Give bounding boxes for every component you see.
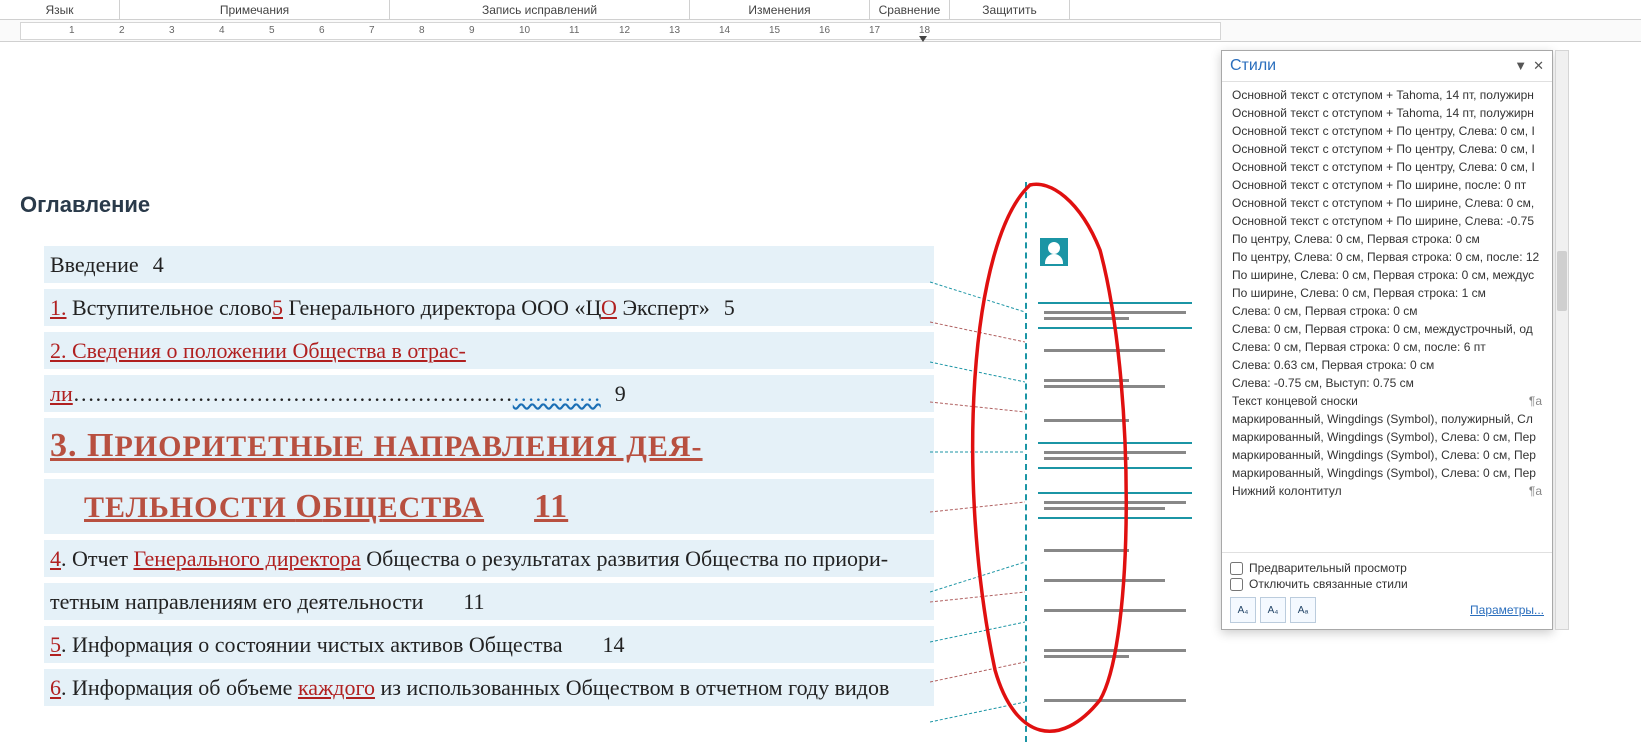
revision-balloon[interactable] — [1038, 412, 1192, 429]
style-item[interactable]: По ширине, Слева: 0 см, Первая строка: 0… — [1222, 266, 1552, 284]
revision-balloon[interactable] — [1038, 442, 1192, 469]
style-item[interactable]: Основной текст с отступом + По ширине, С… — [1222, 212, 1552, 230]
revision-balloon[interactable] — [1038, 542, 1192, 559]
style-item[interactable]: маркированный, Wingdings (Symbol), Слева… — [1222, 428, 1552, 446]
style-item[interactable]: Нижний колонтитул¶a — [1222, 482, 1552, 500]
tab-comments[interactable]: Примечания — [120, 0, 390, 19]
dropdown-icon[interactable]: ▼ — [1514, 58, 1527, 74]
styles-pane: Стили ▼ ✕ Основной текст с отступом + Ta… — [1221, 50, 1553, 630]
style-item[interactable]: Слева: 0 см, Первая строка: 0 см — [1222, 302, 1552, 320]
toc-item-2b[interactable]: ли………………………………………………………………9 — [44, 375, 934, 412]
tab-track-changes[interactable]: Запись исправлений — [390, 0, 690, 19]
style-item[interactable]: Текст концевой сноски¶a — [1222, 392, 1552, 410]
revision-balloon[interactable] — [1038, 602, 1192, 619]
style-item[interactable]: По центру, Слева: 0 см, Первая строка: 0… — [1222, 248, 1552, 266]
style-item[interactable]: Слева: -0.75 см, Выступ: 0.75 см — [1222, 374, 1552, 392]
scrollbar-thumb[interactable] — [1557, 251, 1567, 311]
styles-scrollbar[interactable] — [1555, 50, 1569, 630]
style-item[interactable]: Основной текст с отступом + По ширине, п… — [1222, 176, 1552, 194]
style-item[interactable]: маркированный, Wingdings (Symbol), Слева… — [1222, 464, 1552, 482]
toc-item-2a[interactable]: 2. Сведения о положении Общества в отрас… — [44, 332, 934, 369]
style-item[interactable]: Основной текст с отступом + По центру, С… — [1222, 140, 1552, 158]
tab-protect[interactable]: Защитить — [950, 0, 1070, 19]
tab-changes[interactable]: Изменения — [690, 0, 870, 19]
preview-checkbox[interactable]: Предварительный просмотр — [1230, 561, 1544, 575]
tab-compare[interactable]: Сравнение — [870, 0, 950, 19]
style-item[interactable]: Слева: 0.63 см, Первая строка: 0 см — [1222, 356, 1552, 374]
toc-item-6[interactable]: 6. Информация об объеме каждого из испол… — [44, 669, 934, 706]
toc-heading: Оглавление — [20, 192, 1010, 218]
styles-options-link[interactable]: Параметры... — [1470, 603, 1544, 617]
disable-linked-checkbox[interactable]: Отключить связанные стили — [1230, 577, 1544, 591]
style-item[interactable]: маркированный, Wingdings (Symbol), Слева… — [1222, 446, 1552, 464]
style-item[interactable]: По ширине, Слева: 0 см, Первая строка: 1… — [1222, 284, 1552, 302]
revision-balloon[interactable] — [1038, 372, 1192, 395]
close-icon[interactable]: ✕ — [1533, 58, 1544, 74]
style-item[interactable]: маркированный, Wingdings (Symbol), полуж… — [1222, 410, 1552, 428]
paragraph-mark-icon: ¶a — [1529, 484, 1542, 498]
revision-balloon[interactable] — [1038, 572, 1192, 589]
horizontal-ruler[interactable]: 1 2 3 4 5 6 7 8 9 10 11 12 13 14 15 16 1… — [0, 20, 1641, 42]
revision-balloon[interactable] — [1038, 492, 1192, 519]
toc-item-4b[interactable]: тетным направлениям его деятельности11 — [44, 583, 934, 620]
styles-list[interactable]: Основной текст с отступом + Tahoma, 14 п… — [1222, 82, 1552, 552]
revision-balloon[interactable] — [1038, 342, 1192, 359]
revision-bar — [1025, 182, 1027, 742]
toc-item-3b[interactable]: ТЕЛЬНОСТИ ОБЩЕСТВА11 — [44, 479, 934, 534]
reviewer-avatar-icon[interactable] — [1040, 238, 1068, 266]
toc-item-intro[interactable]: Введение4 — [44, 246, 934, 283]
document-area: Оглавление Введение4 1. Вступительное сл… — [0, 42, 1641, 742]
revision-balloon[interactable] — [1038, 302, 1192, 329]
style-item[interactable]: Основной текст с отступом + Tahoma, 14 п… — [1222, 104, 1552, 122]
style-item[interactable]: Основной текст с отступом + По центру, С… — [1222, 122, 1552, 140]
toc-item-3a[interactable]: 3. ПРИОРИТЕТНЫЕ НАПРАВЛЕНИЯ ДЕЯ- — [44, 418, 934, 473]
manage-styles-button[interactable]: Aₐ — [1290, 597, 1316, 623]
toc-item-4a[interactable]: 4. Отчет Генерального директора Общества… — [44, 540, 934, 577]
revision-balloon[interactable] — [1038, 642, 1192, 665]
styles-pane-title: Стили — [1230, 57, 1276, 75]
new-style-button[interactable]: A₄ — [1230, 597, 1256, 623]
ribbon-tabs: Язык Примечания Запись исправлений Измен… — [0, 0, 1641, 20]
toc-item-5[interactable]: 5. Информация о состоянии чистых активов… — [44, 626, 934, 663]
track-changes-column — [1010, 42, 1210, 742]
style-item[interactable]: Основной текст с отступом + Tahoma, 14 п… — [1222, 86, 1552, 104]
style-item[interactable]: Слева: 0 см, Первая строка: 0 см, после:… — [1222, 338, 1552, 356]
style-item[interactable]: Основной текст с отступом + По центру, С… — [1222, 158, 1552, 176]
style-item[interactable]: Слева: 0 см, Первая строка: 0 см, междус… — [1222, 320, 1552, 338]
toc-item-1[interactable]: 1. Вступительное слово5 Генерального дир… — [44, 289, 934, 326]
style-item[interactable]: Основной текст с отступом + По ширине, С… — [1222, 194, 1552, 212]
revision-balloon[interactable] — [1038, 692, 1192, 709]
style-inspector-button[interactable]: A₄ — [1260, 597, 1286, 623]
document-page[interactable]: Оглавление Введение4 1. Вступительное сл… — [0, 42, 1010, 742]
style-item[interactable]: По центру, Слева: 0 см, Первая строка: 0… — [1222, 230, 1552, 248]
paragraph-mark-icon: ¶a — [1529, 394, 1542, 408]
tab-language[interactable]: Язык — [0, 0, 120, 19]
